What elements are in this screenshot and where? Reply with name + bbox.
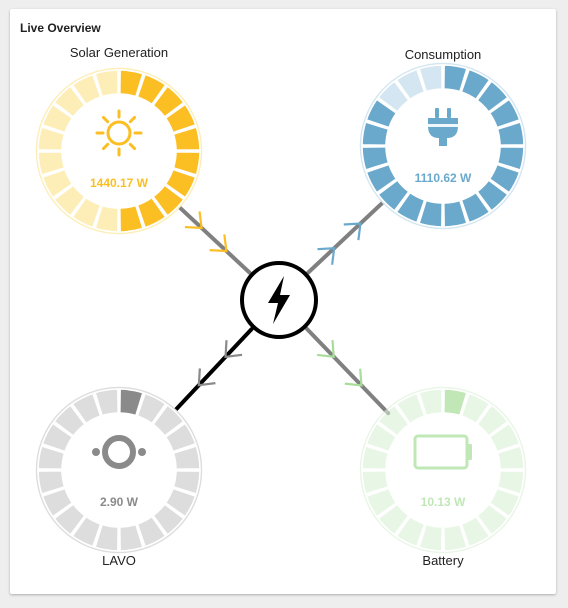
gauge-center <box>63 414 175 526</box>
flow-hub-to-battery <box>304 326 391 416</box>
consumption-label: Consumption <box>404 47 482 62</box>
consumption-power-value: 1110.62 W <box>415 171 472 185</box>
flow-line <box>304 326 391 416</box>
solar-gauge[interactable]: 1440.17 W <box>35 67 203 235</box>
live-overview-card: Live Overview 1440.17 W 1110.62 W 2.90 W 10… <box>10 9 556 594</box>
flow-hub-to-consumption <box>306 198 388 275</box>
lavo-gauge[interactable]: 2.90 W <box>35 386 203 554</box>
flow-hub-to-lavo <box>171 327 254 415</box>
flow-line <box>171 327 254 415</box>
battery-gauge[interactable]: 10.13 W <box>359 386 527 554</box>
battery-power-value: 10.13 W <box>421 495 466 509</box>
gauge-center <box>387 414 499 526</box>
solar-generation-label: Solar Generation <box>69 45 169 60</box>
flow-solar-to-hub <box>174 202 252 275</box>
energy-flow-diagram: 1440.17 W 1110.62 W 2.90 W 10.13 W <box>35 62 527 554</box>
energy-hub <box>240 261 318 339</box>
lavo-power-value: 2.90 W <box>100 495 139 509</box>
flow-line <box>306 198 388 275</box>
consumption-gauge[interactable]: 1110.62 W <box>359 62 527 230</box>
battery-label: Battery <box>422 553 464 568</box>
lavo-label: LAVO <box>102 553 136 568</box>
flow-line <box>174 202 252 275</box>
solar-power-value: 1440.17 W <box>90 176 149 190</box>
